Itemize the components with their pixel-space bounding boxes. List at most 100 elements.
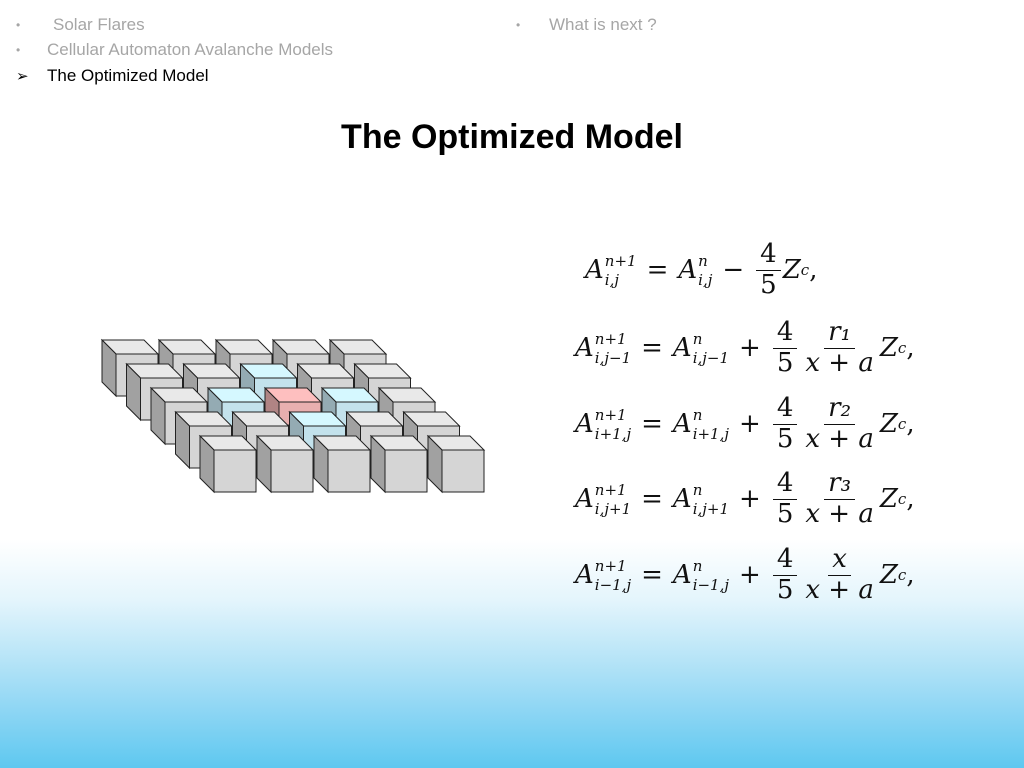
operator: + <box>739 560 761 590</box>
lhs-term: An+1 i,j+1 <box>575 482 632 518</box>
cube <box>369 434 429 494</box>
fraction-denominator: x + a <box>805 423 874 454</box>
rhs-term: An i,j+1 <box>672 480 730 518</box>
lhs-term: An+1 i+1,j <box>575 407 631 441</box>
rhs-term: An i+1,j <box>672 405 730 443</box>
fraction-numerator: r₂ <box>824 393 856 425</box>
fraction-denominator: 5 <box>776 347 794 378</box>
term-subscript: i,j+1 <box>594 499 632 518</box>
fraction-numerator: 4 <box>772 317 798 349</box>
cube-front-face <box>213 449 257 493</box>
term-indices: n+1 i,j+1 <box>594 482 632 518</box>
operator: − <box>722 255 745 285</box>
zc-subscript: c <box>897 339 907 357</box>
slide-title: The Optimized Model <box>341 118 683 156</box>
ratio-fraction: xx + a <box>801 544 877 606</box>
zc-term: Z <box>782 255 801 285</box>
comma: , <box>906 409 915 439</box>
lhs-term: An+1 i,j−1 <box>575 329 632 367</box>
fraction-denominator: x + a <box>805 347 874 378</box>
operator: + <box>739 484 761 514</box>
cube <box>312 434 372 494</box>
term-superscript: n+1 <box>604 251 637 270</box>
term-base: A <box>575 483 594 514</box>
coefficient-fraction: 45 <box>772 468 798 530</box>
cube-grid-figure <box>100 338 486 494</box>
comma: , <box>906 333 915 363</box>
fraction-denominator: x + a <box>805 498 874 529</box>
equals-sign: = <box>646 255 669 285</box>
term-indices: n+1 i,j <box>604 251 637 289</box>
coefficient-fraction: 45 <box>772 393 798 455</box>
equals-sign: = <box>641 560 663 590</box>
rhs-term: An i−1,j <box>672 558 730 594</box>
nav-item-label: The Optimized Model <box>47 66 209 85</box>
operator: + <box>739 409 761 439</box>
lhs-term: An+1 i,j <box>585 251 637 289</box>
comma: , <box>906 560 915 590</box>
term-subscript: i,j−1 <box>594 348 632 367</box>
coefficient-fraction: 45 <box>756 239 781 301</box>
bullet-icon: • <box>16 43 21 57</box>
fraction-denominator: 5 <box>776 574 794 605</box>
term-base: A <box>672 483 692 514</box>
term-indices: n i−1,j <box>692 558 730 594</box>
zc-term: Z <box>879 560 898 590</box>
bullet-icon: • <box>516 18 521 32</box>
coefficient-fraction: 45 <box>772 544 798 606</box>
equals-sign: = <box>641 484 663 514</box>
term-subscript: i−1,j <box>594 575 632 594</box>
equation: An+1 i,j+1 = An i,j+1 +4 5 r₃ x + aZc, <box>575 464 915 534</box>
nav-item-label: What is next ? <box>549 15 657 34</box>
cube <box>255 434 315 494</box>
term-superscript: n <box>692 405 703 424</box>
term-subscript: i,j+1 <box>692 499 730 518</box>
fraction-denominator: x + a <box>805 574 874 605</box>
equals-sign: = <box>641 333 663 363</box>
fraction-numerator: 4 <box>772 468 798 500</box>
rhs-term: An i,j <box>678 251 713 289</box>
ratio-fraction: r₁ x + a <box>801 317 877 379</box>
zc-term: Z <box>879 409 898 439</box>
term-base: A <box>575 559 594 590</box>
zc-subscript: c <box>897 490 907 508</box>
fraction-denominator: 5 <box>760 269 777 300</box>
operator: + <box>739 333 761 363</box>
fraction-numerator: r₃ <box>824 468 856 500</box>
term-subscript: i,j <box>604 270 619 289</box>
term-base: A <box>575 332 594 363</box>
zc-subscript: c <box>897 566 907 584</box>
fraction-numerator: 4 <box>756 239 781 271</box>
term-superscript: n+1 <box>594 556 627 575</box>
cube-front-face <box>441 449 485 493</box>
fraction-numerator: 4 <box>772 393 798 425</box>
ratio-fraction: r₃ x + a <box>801 468 877 530</box>
rhs-term: An i,j−1 <box>672 331 730 367</box>
nav-item-label: Cellular Automaton Avalanche Models <box>47 40 334 59</box>
comma: , <box>906 484 915 514</box>
cube <box>426 434 486 494</box>
fraction-denominator: 5 <box>776 498 794 529</box>
term-subscript: i,j <box>698 270 713 289</box>
equation: An+1 i,j−1 = An i,j−1 +4 5 r₁ x + aZc, <box>575 313 915 383</box>
term-subscript: i+1,j <box>692 424 730 443</box>
term-indices: n i+1,j <box>692 405 730 443</box>
ratio-fraction: r₂ x + a <box>801 393 877 455</box>
term-superscript: n <box>692 480 703 499</box>
term-superscript: n <box>698 251 708 270</box>
term-indices: n+1 i−1,j <box>594 556 632 594</box>
comma: , <box>809 255 818 285</box>
zc-term: Z <box>879 484 898 514</box>
term-indices: n i,j <box>698 251 713 289</box>
term-base: A <box>672 408 692 439</box>
term-base: A <box>585 254 604 285</box>
term-superscript: n+1 <box>594 329 627 348</box>
fraction-numerator: 4 <box>772 544 798 576</box>
nav-item-label: Solar Flares <box>53 15 145 34</box>
cube <box>198 434 258 494</box>
zc-subscript: c <box>897 415 907 433</box>
term-subscript: i−1,j <box>692 575 730 594</box>
term-subscript: i,j−1 <box>692 348 730 367</box>
term-base: A <box>672 332 692 363</box>
term-base: A <box>672 559 692 590</box>
